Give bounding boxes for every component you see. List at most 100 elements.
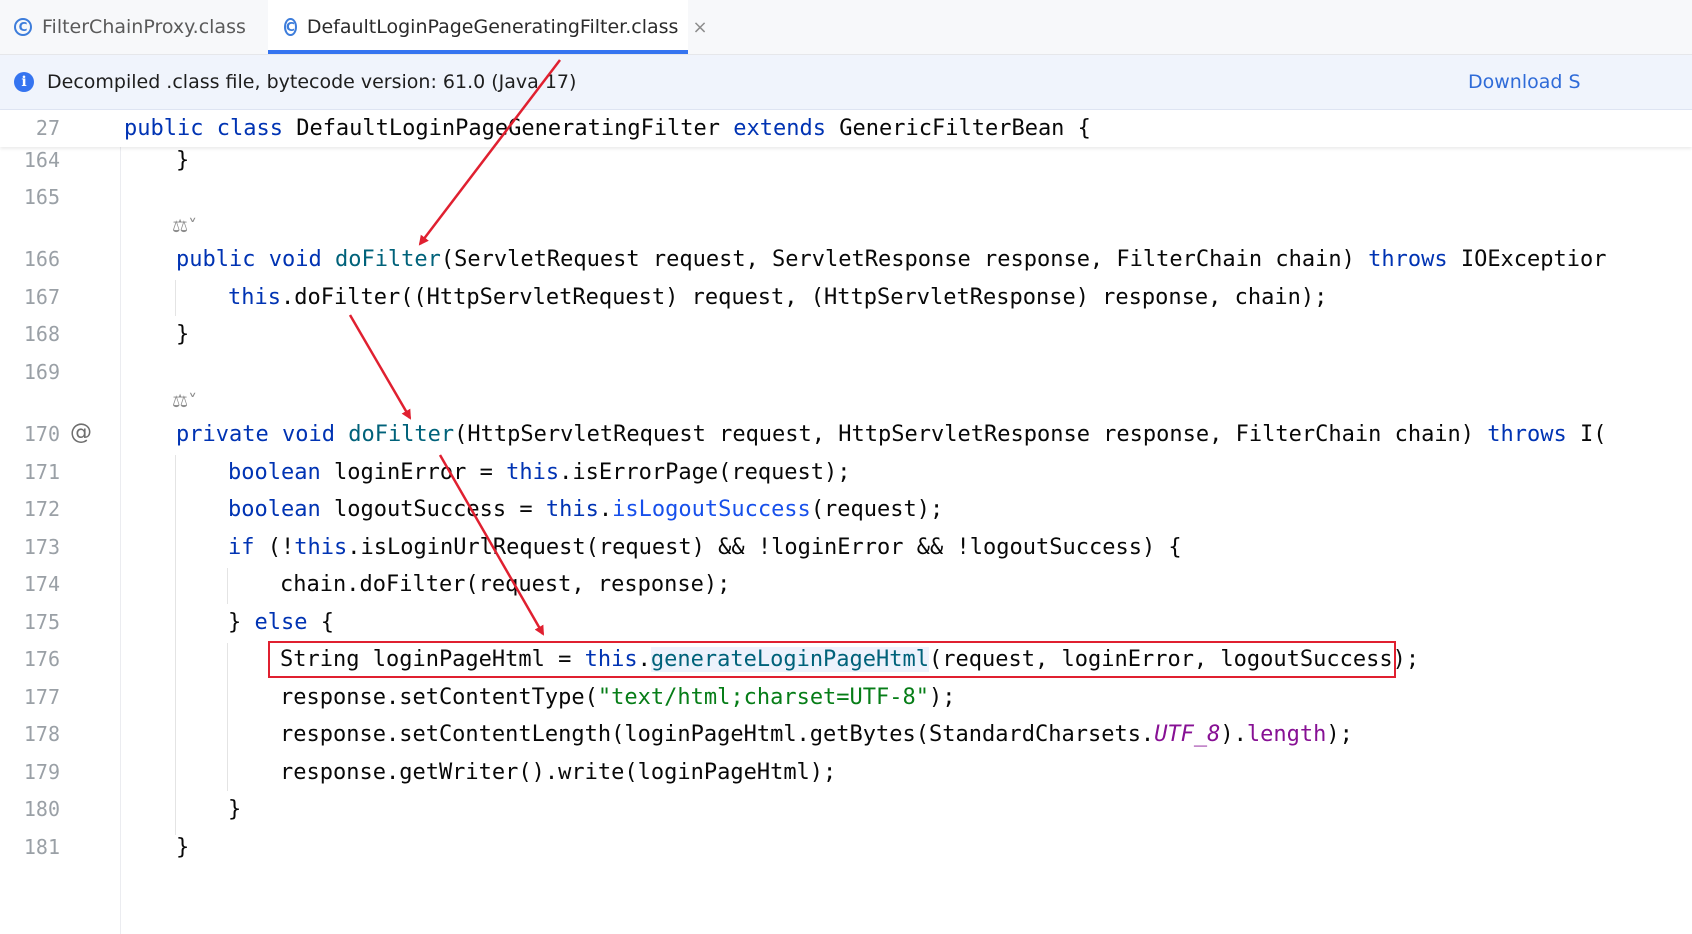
code-text: public void doFilter(ServletRequest requ… bbox=[176, 241, 1607, 278]
code-text: chain.doFilter(request, response); bbox=[280, 572, 731, 597]
line-number: 175 bbox=[23, 610, 60, 634]
code-text: } bbox=[228, 797, 242, 822]
line-number: 27 bbox=[35, 116, 60, 140]
code-line[interactable]: 173 if (!this.isLoginUrlRequest(request)… bbox=[0, 529, 1692, 566]
tab-label: FilterChainProxy.class bbox=[42, 16, 246, 38]
method-call: isLogoutSuccess bbox=[612, 497, 811, 522]
banner-message: Decompiled .class file, bytecode version… bbox=[47, 71, 577, 93]
code-text: boolean loginError = this.isErrorPage(re… bbox=[228, 454, 851, 491]
code-line[interactable]: 164 } bbox=[0, 142, 1692, 179]
line-number: 171 bbox=[23, 460, 60, 484]
code-text: boolean logoutSuccess = this.isLogoutSuc… bbox=[228, 491, 943, 528]
keyword: this bbox=[506, 460, 560, 485]
code-line[interactable]: 171 boolean loginError = this.isErrorPag… bbox=[0, 454, 1692, 491]
code-text: } bbox=[228, 610, 255, 635]
line-number: 164 bbox=[23, 148, 60, 172]
keyword: else bbox=[254, 610, 308, 635]
code-line[interactable]: 177 response.setContentType("text/html;c… bbox=[0, 679, 1692, 716]
close-icon[interactable]: × bbox=[692, 17, 707, 38]
keyword: boolean bbox=[228, 497, 321, 522]
code-line[interactable]: 179 response.getWriter().write(loginPage… bbox=[0, 754, 1692, 791]
method-name: doFilter bbox=[348, 422, 455, 447]
code-text: } bbox=[176, 835, 190, 860]
code-text: (request); bbox=[810, 497, 944, 522]
keyword: boolean bbox=[228, 460, 321, 485]
keyword: this bbox=[545, 497, 599, 522]
field: length bbox=[1246, 722, 1327, 747]
code-text: response.setContentType("text/html;chars… bbox=[280, 679, 956, 716]
line-number: 169 bbox=[23, 360, 60, 384]
ai-inline-hint-icon[interactable]: ⚖︎˅ bbox=[172, 391, 197, 412]
code-text: { bbox=[307, 610, 334, 635]
code-line[interactable]: 165 bbox=[0, 179, 1692, 216]
code-line[interactable]: 169 bbox=[0, 354, 1692, 391]
tab-filterchainproxy[interactable]: C FilterChainProxy.class bbox=[14, 0, 264, 54]
code-text: I( bbox=[1566, 422, 1607, 447]
line-number: 173 bbox=[23, 535, 60, 559]
line-number: 165 bbox=[23, 185, 60, 209]
tab-defaultloginpagegeneratingfilter[interactable]: C DefaultLoginPageGeneratingFilter.class… bbox=[268, 0, 708, 54]
code-text: if (!this.isLoginUrlRequest(request) && … bbox=[228, 529, 1182, 566]
decompiled-info-banner: i Decompiled .class file, bytecode versi… bbox=[0, 55, 1692, 110]
line-number: 168 bbox=[23, 322, 60, 346]
ai-inline-hint-icon[interactable]: ⚖︎˅ bbox=[172, 216, 197, 237]
code-text: response.setContentType( bbox=[280, 685, 598, 710]
code-line[interactable]: 170 @ private void doFilter(HttpServletR… bbox=[0, 416, 1692, 453]
keyword: throws bbox=[1487, 422, 1567, 447]
code-line[interactable]: 172 boolean logoutSuccess = this.isLogou… bbox=[0, 491, 1692, 528]
code-line[interactable]: 167 this.doFilter((HttpServletRequest) r… bbox=[0, 279, 1692, 316]
line-number: 172 bbox=[23, 497, 60, 521]
highlight-box bbox=[268, 641, 1396, 678]
class-name: DefaultLoginPageGeneratingFilter bbox=[282, 116, 734, 141]
download-sources-link[interactable]: Download S bbox=[1468, 71, 1581, 93]
line-number: 170 bbox=[23, 422, 60, 446]
code-line[interactable]: 175 } else { bbox=[0, 604, 1692, 641]
method-name: doFilter bbox=[334, 247, 441, 272]
line-number: 179 bbox=[23, 760, 60, 784]
code-text: } bbox=[176, 148, 190, 173]
code-line[interactable]: 168 } bbox=[0, 316, 1692, 353]
line-number: 167 bbox=[23, 285, 60, 309]
code-text: response.setContentLength(loginPageHtml.… bbox=[280, 716, 1353, 753]
tab-label: DefaultLoginPageGeneratingFilter.class bbox=[306, 16, 679, 38]
line-number: 166 bbox=[23, 247, 60, 271]
code-text: loginError = bbox=[320, 460, 507, 485]
code-line[interactable]: 181 } bbox=[0, 829, 1692, 866]
code-text: .doFilter((HttpServletRequest) request, … bbox=[280, 285, 1328, 310]
code-line[interactable]: 174 chain.doFilter(request, response); bbox=[0, 566, 1692, 603]
keyword: extends bbox=[733, 116, 827, 141]
override-marker-icon[interactable]: @ bbox=[70, 420, 92, 445]
code-line[interactable]: 166 public void doFilter(ServletRequest … bbox=[0, 241, 1692, 278]
keyword: public void bbox=[176, 247, 322, 272]
code-text: .isLoginUrlRequest(request) && !loginErr… bbox=[347, 535, 1182, 560]
code-text: (ServletRequest request, ServletResponse… bbox=[440, 247, 1369, 272]
line-number: 177 bbox=[23, 685, 60, 709]
code-text: IOExceptior bbox=[1447, 247, 1607, 272]
line-number: 180 bbox=[23, 797, 60, 821]
code-line: public class DefaultLoginPageGeneratingF… bbox=[124, 110, 1091, 147]
info-icon: i bbox=[14, 72, 34, 92]
code-text: ); bbox=[1326, 722, 1353, 747]
line-number: 181 bbox=[23, 835, 60, 859]
code-text: (HttpServletRequest request, HttpServlet… bbox=[454, 422, 1488, 447]
sticky-class-header[interactable]: 27 public class DefaultLoginPageGenerati… bbox=[0, 110, 1692, 147]
static-field: UTF_8 bbox=[1154, 722, 1221, 747]
class-icon: C bbox=[284, 18, 297, 36]
code-text: private void doFilter(HttpServletRequest… bbox=[176, 416, 1607, 453]
code-text: response.setContentLength(loginPageHtml.… bbox=[280, 722, 1155, 747]
code-text: ). bbox=[1220, 722, 1247, 747]
code-text: .isErrorPage(request); bbox=[559, 460, 851, 485]
superclass: GenericFilterBean { bbox=[826, 116, 1091, 141]
line-number: 176 bbox=[23, 647, 60, 671]
code-line[interactable]: 180 } bbox=[0, 791, 1692, 828]
code-text: (! bbox=[254, 535, 295, 560]
code-line[interactable]: 178 response.setContentLength(loginPageH… bbox=[0, 716, 1692, 753]
keyword: this bbox=[294, 535, 348, 560]
keyword: private void bbox=[176, 422, 335, 447]
line-number: 174 bbox=[23, 572, 60, 596]
keyword: this bbox=[228, 285, 281, 310]
keyword: if bbox=[228, 535, 255, 560]
code-text: } else { bbox=[228, 604, 334, 641]
